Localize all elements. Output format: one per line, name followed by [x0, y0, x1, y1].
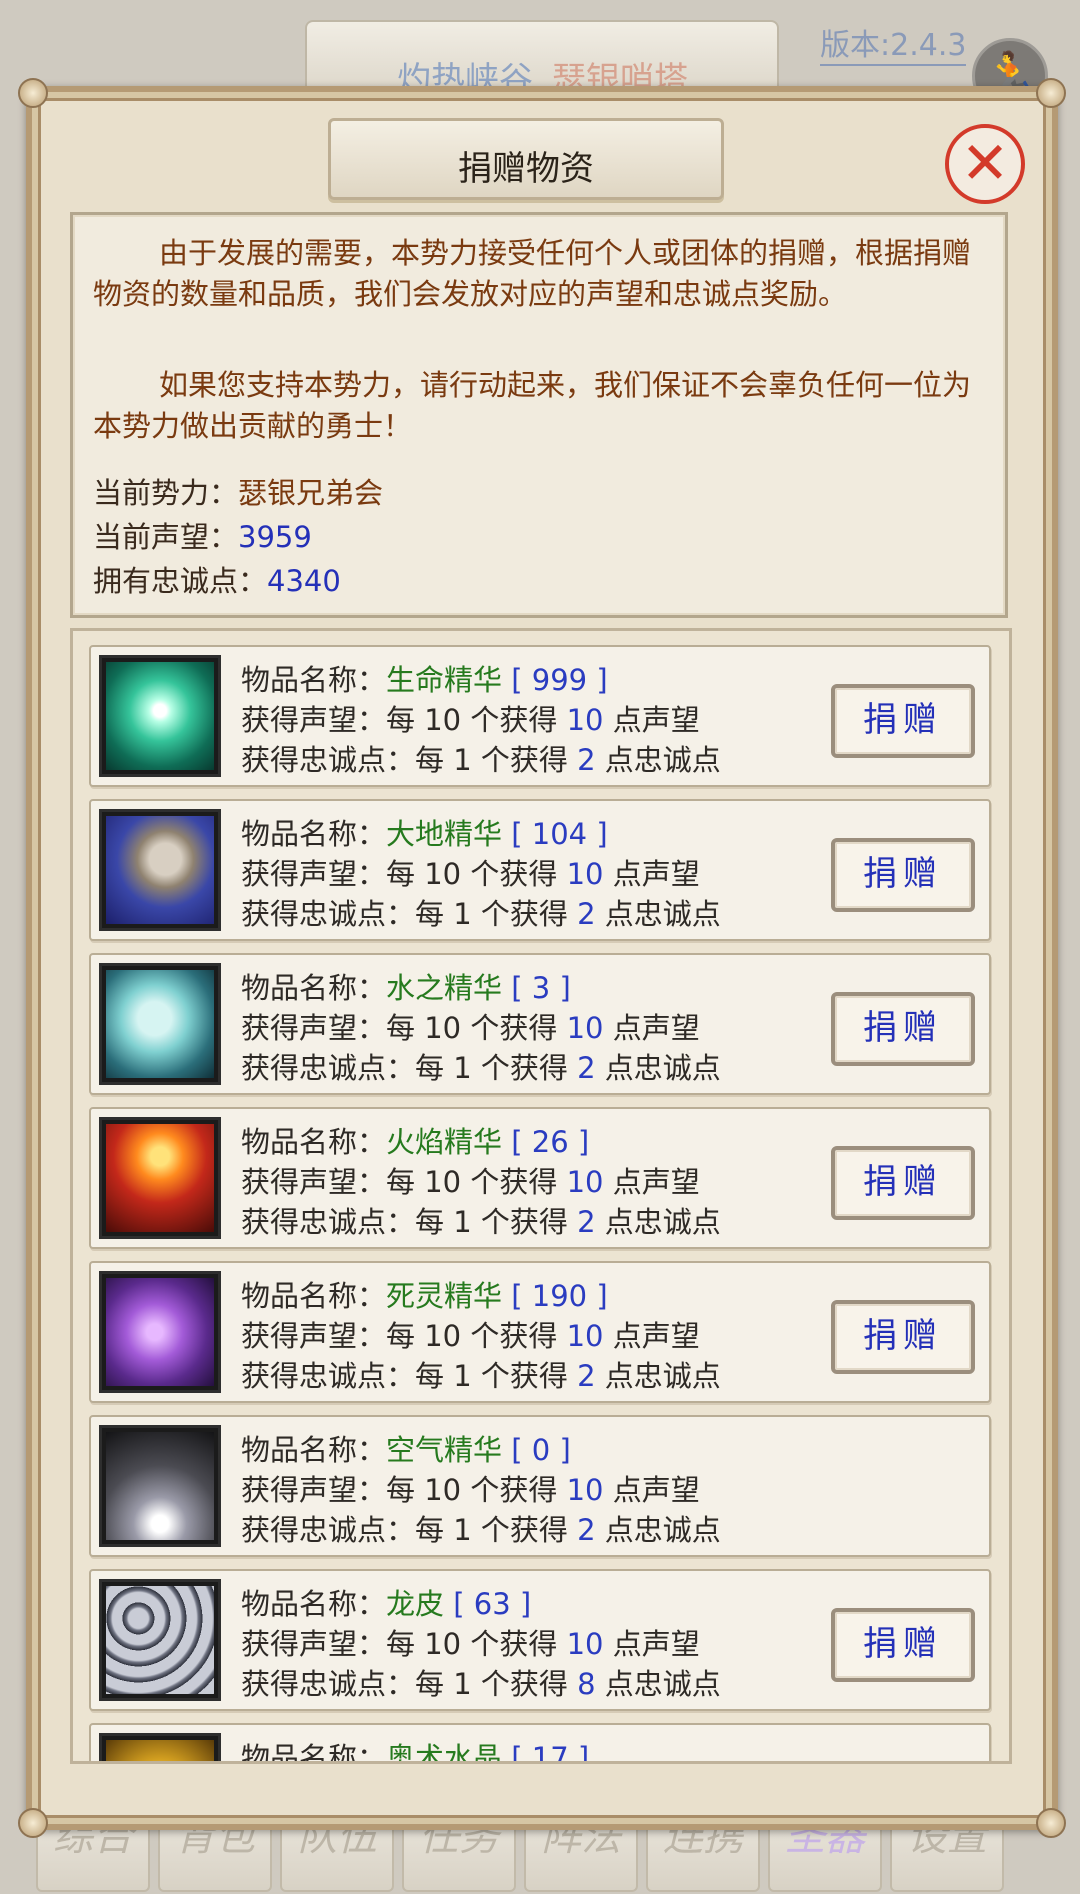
list-item: 物品名称：大地精华 [ 104 ] 获得声望：每 10 个获得 10 点声望 获得忠… [89, 799, 991, 941]
list-item: 物品名称：水之精华 [ 3 ] 获得声望：每 10 个获得 10 点声望 获得忠诚点… [89, 953, 991, 1095]
dragon-scale-icon [99, 1579, 221, 1701]
list-item: 物品名称：奥术水晶 [ 17 ] [89, 1723, 991, 1764]
corner-ornament [1036, 1808, 1066, 1838]
item-name-line: 物品名称：龙皮 [ 63 ] [241, 1587, 532, 1621]
intro-paragraph-2: 如果您支持本势力，请行动起来，我们保证不会辜负任何一位为本势力做出贡献的勇士！ [93, 368, 972, 443]
loyalty-points: 拥有忠诚点：4340 [93, 564, 341, 598]
loyalty-line: 获得忠诚点：每 1 个获得 2 点忠诚点 [241, 1359, 721, 1393]
item-name-line: 物品名称：火焰精华 [ 26 ] [241, 1125, 590, 1159]
donation-list[interactable]: 物品名称：生命精华 [ 999 ] 获得声望：每 10 个获得 10 点声望 获得忠… [70, 628, 1012, 1764]
undeath-essence-icon [99, 1271, 221, 1393]
loyalty-line: 获得忠诚点：每 1 个获得 2 点忠诚点 [241, 897, 721, 931]
intro-paragraph-1: 由于发展的需要，本势力接受任何个人或团体的捐赠，根据捐赠物资的数量和品质，我们会… [93, 236, 972, 311]
donate-button[interactable]: 捐赠 [831, 838, 975, 912]
arcane-crystal-icon [99, 1733, 221, 1761]
item-name-line: 物品名称：生命精华 [ 999 ] [241, 663, 608, 697]
reputation-line: 获得声望：每 10 个获得 10 点声望 [241, 1319, 700, 1353]
donate-button[interactable]: 捐赠 [831, 1146, 975, 1220]
item-name-line: 物品名称：大地精华 [ 104 ] [241, 817, 608, 851]
icon-art [106, 816, 214, 924]
donate-button[interactable]: 捐赠 [831, 1300, 975, 1374]
loyalty-line: 获得忠诚点：每 1 个获得 8 点忠诚点 [241, 1667, 721, 1701]
donate-button[interactable]: 捐赠 [831, 1608, 975, 1682]
close-x-icon[interactable]: ✕ [945, 124, 1025, 204]
icon-art [106, 970, 214, 1078]
reputation-line: 获得声望：每 10 个获得 10 点声望 [241, 1011, 700, 1045]
reputation-line: 获得声望：每 10 个获得 10 点声望 [241, 1473, 700, 1507]
reputation-line: 获得声望：每 10 个获得 10 点声望 [241, 703, 700, 737]
item-name-line: 物品名称：奥术水晶 [ 17 ] [241, 1741, 590, 1764]
icon-art [106, 1278, 214, 1386]
reputation-line: 获得声望：每 10 个获得 10 点声望 [241, 1165, 700, 1199]
icon-art [106, 1124, 214, 1232]
corner-ornament [18, 78, 48, 108]
dialog-title-plate: 捐赠物资 [328, 118, 724, 200]
earth-essence-icon [99, 809, 221, 931]
life-essence-icon [99, 655, 221, 777]
reputation-line: 获得声望：每 10 个获得 10 点声望 [241, 857, 700, 891]
water-essence-icon [99, 963, 221, 1085]
area-tabs: 灼热峡谷 瑟银哨塔 [305, 20, 779, 100]
current-reputation: 当前声望：3959 [93, 520, 312, 554]
item-name-line: 物品名称：死灵精华 [ 190 ] [241, 1279, 608, 1313]
donate-button[interactable]: 捐赠 [831, 684, 975, 758]
loyalty-line: 获得忠诚点：每 1 个获得 2 点忠诚点 [241, 1205, 721, 1239]
item-name-line: 物品名称：水之精华 [ 3 ] [241, 971, 571, 1005]
list-item: 物品名称：死灵精华 [ 190 ] 获得声望：每 10 个获得 10 点声望 获得忠… [89, 1261, 991, 1403]
fire-essence-icon [99, 1117, 221, 1239]
reputation-line: 获得声望：每 10 个获得 10 点声望 [241, 1627, 700, 1661]
air-essence-icon [99, 1425, 221, 1547]
item-name-line: 物品名称：空气精华 [ 0 ] [241, 1433, 571, 1467]
version-link[interactable]: 版本:2.4.3 [820, 28, 967, 66]
loyalty-line: 获得忠诚点：每 1 个获得 2 点忠诚点 [241, 1513, 721, 1547]
list-item: 物品名称：龙皮 [ 63 ] 获得声望：每 10 个获得 10 点声望 获得忠诚点：… [89, 1569, 991, 1711]
dialog-title: 捐赠物资 [458, 149, 594, 189]
icon-art [106, 1432, 214, 1540]
list-item: 物品名称：生命精华 [ 999 ] 获得声望：每 10 个获得 10 点声望 获得忠… [89, 645, 991, 787]
current-faction: 当前势力：瑟银兄弟会 [93, 476, 384, 510]
list-item: 物品名称：空气精华 [ 0 ] 获得声望：每 10 个获得 10 点声望 获得忠诚点… [89, 1415, 991, 1557]
donate-button[interactable]: 捐赠 [831, 992, 975, 1066]
icon-art [106, 1586, 214, 1694]
corner-ornament [1036, 78, 1066, 108]
info-panel: 由于发展的需要，本势力接受任何个人或团体的捐赠，根据捐赠物资的数量和品质，我们会… [70, 212, 1008, 618]
icon-art [106, 1740, 214, 1761]
list-item: 物品名称：火焰精华 [ 26 ] 获得声望：每 10 个获得 10 点声望 获得忠诚… [89, 1107, 991, 1249]
loyalty-line: 获得忠诚点：每 1 个获得 2 点忠诚点 [241, 743, 721, 777]
icon-art [106, 662, 214, 770]
loyalty-line: 获得忠诚点：每 1 个获得 2 点忠诚点 [241, 1051, 721, 1085]
corner-ornament [18, 1808, 48, 1838]
